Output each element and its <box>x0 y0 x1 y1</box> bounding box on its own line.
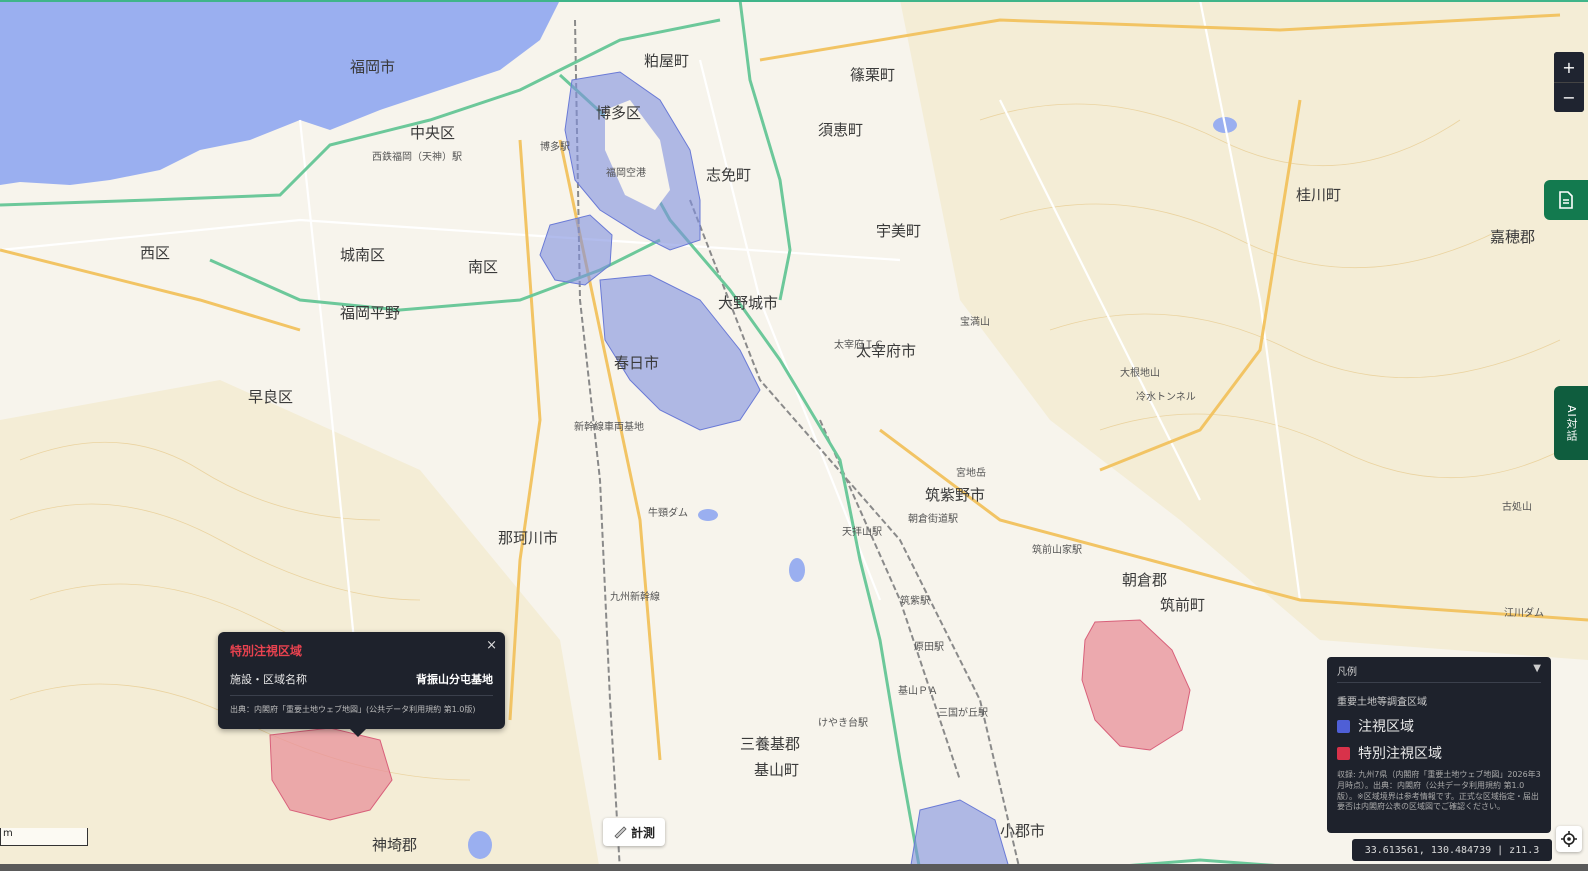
legend-title: 凡例 <box>1337 667 1357 678</box>
map-label: 博多駅 <box>540 140 570 153</box>
map-label: 福岡市 <box>350 58 395 76</box>
zoom-out-button[interactable]: − <box>1554 82 1584 112</box>
map-label: 早良区 <box>248 388 293 406</box>
map-label: 桂川町 <box>1296 186 1341 204</box>
map-label: 大根地山 <box>1120 366 1160 379</box>
crosshair-icon <box>1561 831 1577 847</box>
map-label: けやき台駅 <box>818 716 868 729</box>
map-label: 篠栗町 <box>850 66 895 84</box>
popup-field-label: 施設・区域名称 <box>230 673 307 686</box>
map-label: 博多区 <box>596 104 641 122</box>
legend-swatch-watch <box>1337 719 1350 733</box>
coordinate-readout: 33.613561, 130.484739 | z11.3 <box>1352 839 1552 861</box>
document-icon <box>1559 191 1573 209</box>
legend-toggle-icon[interactable]: ▼ <box>1533 663 1541 678</box>
popup-source: 出典：内閣府「重要土地ウェブ地図」(公共データ利用規約 第1.0版) <box>230 705 476 714</box>
map-label: 天拝山駅 <box>842 525 882 538</box>
feature-popup: 特別注視区域 × 施設・区域名称 背振山分屯基地 出典：内閣府「重要土地ウェブ地… <box>218 632 505 737</box>
popup-title: 特別注視区域 <box>230 644 303 658</box>
map-label: 九州新幹線 <box>610 590 660 603</box>
legend-header[interactable]: 凡例 ▼ <box>1337 663 1541 683</box>
map-label: 粕屋町 <box>644 52 689 70</box>
legend-panel: 凡例 ▼ 重要土地等調査区域 注視区域 特別注視区域 収録: 九州7県（内閣府「… <box>1327 657 1551 833</box>
map-label: 宮地岳 <box>956 466 986 479</box>
popup-field-value: 背振山分屯基地 <box>416 673 493 686</box>
bottom-bar <box>0 864 1588 871</box>
map-label: 筑紫野市 <box>925 486 985 504</box>
map-label: 志免町 <box>706 166 751 184</box>
map-label: 筑前町 <box>1160 596 1205 614</box>
map-label: 那珂川市 <box>498 529 558 547</box>
map-label: 筑紫駅 <box>900 594 930 607</box>
map-label: 西鉄福岡（天神）駅 <box>372 150 462 163</box>
map-label: 牛頸ダム <box>648 506 688 519</box>
map-label: 筑前山家駅 <box>1032 543 1082 556</box>
map-label: 三養基郡 <box>740 735 800 753</box>
zoom-in-button[interactable]: + <box>1554 52 1584 82</box>
map-label: 城南区 <box>340 246 385 264</box>
legend-item-watch: 注視区域 <box>1337 716 1541 736</box>
map-label: 三国が丘駅 <box>938 706 988 719</box>
map-label: 中央区 <box>410 124 455 142</box>
map-label: 南区 <box>468 258 498 276</box>
legend-label-special: 特別注視区域 <box>1358 746 1442 762</box>
legend-swatch-special <box>1337 746 1350 760</box>
measure-button[interactable]: 計測 <box>603 818 665 846</box>
document-panel-button[interactable] <box>1544 180 1588 220</box>
scale-label: m <box>3 828 13 839</box>
map-label: 福岡平野 <box>340 304 400 322</box>
map-label: 西区 <box>140 244 170 262</box>
zoom-control: + − <box>1554 52 1584 112</box>
map-label: 基山町 <box>754 761 799 779</box>
ai-chat-tab[interactable]: AI対話 <box>1554 386 1588 460</box>
legend-subtitle: 重要土地等調査区域 <box>1337 697 1427 708</box>
map-label: 基山ＰＡ <box>898 684 938 697</box>
map-label: 冷水トンネル <box>1136 390 1196 403</box>
legend-note: 収録: 九州7県（内閣府「重要土地ウェブ地図」2026年3月時点）。出典：内閣府… <box>1337 770 1541 812</box>
map-label: 小郡市 <box>1000 822 1045 840</box>
map-label: 宇美町 <box>876 222 921 240</box>
map-label: 新幹線車両基地 <box>574 420 644 433</box>
legend-label-watch: 注視区域 <box>1358 719 1414 735</box>
popup-close-button[interactable]: × <box>486 638 497 653</box>
ruler-icon <box>614 826 627 839</box>
map-label: 福岡空港 <box>606 166 646 179</box>
map-label: 嘉穂郡 <box>1490 228 1535 246</box>
map-label: 江川ダム <box>1504 606 1544 619</box>
legend-item-special: 特別注視区域 <box>1337 743 1541 763</box>
map-label: 春日市 <box>614 354 659 372</box>
map-label: 原田駅 <box>914 641 944 653</box>
top-accent-bar <box>0 0 1588 2</box>
map-label: 大野城市 <box>718 294 778 312</box>
measure-label: 計測 <box>630 825 655 840</box>
locate-button[interactable] <box>1556 826 1582 852</box>
map-label: 古処山 <box>1502 500 1532 513</box>
map-label: 朝倉郡 <box>1122 571 1167 589</box>
map-label: 朝倉街道駅 <box>908 512 958 525</box>
popup-field-row: 施設・区域名称 背振山分屯基地 <box>230 671 493 696</box>
scale-bar: m <box>0 828 88 846</box>
map-label: 宝満山 <box>960 315 990 328</box>
map-label: 須恵町 <box>818 121 863 139</box>
map-label: 神埼郡 <box>372 836 417 854</box>
map-label: 太宰府ＩＣ <box>834 338 884 351</box>
